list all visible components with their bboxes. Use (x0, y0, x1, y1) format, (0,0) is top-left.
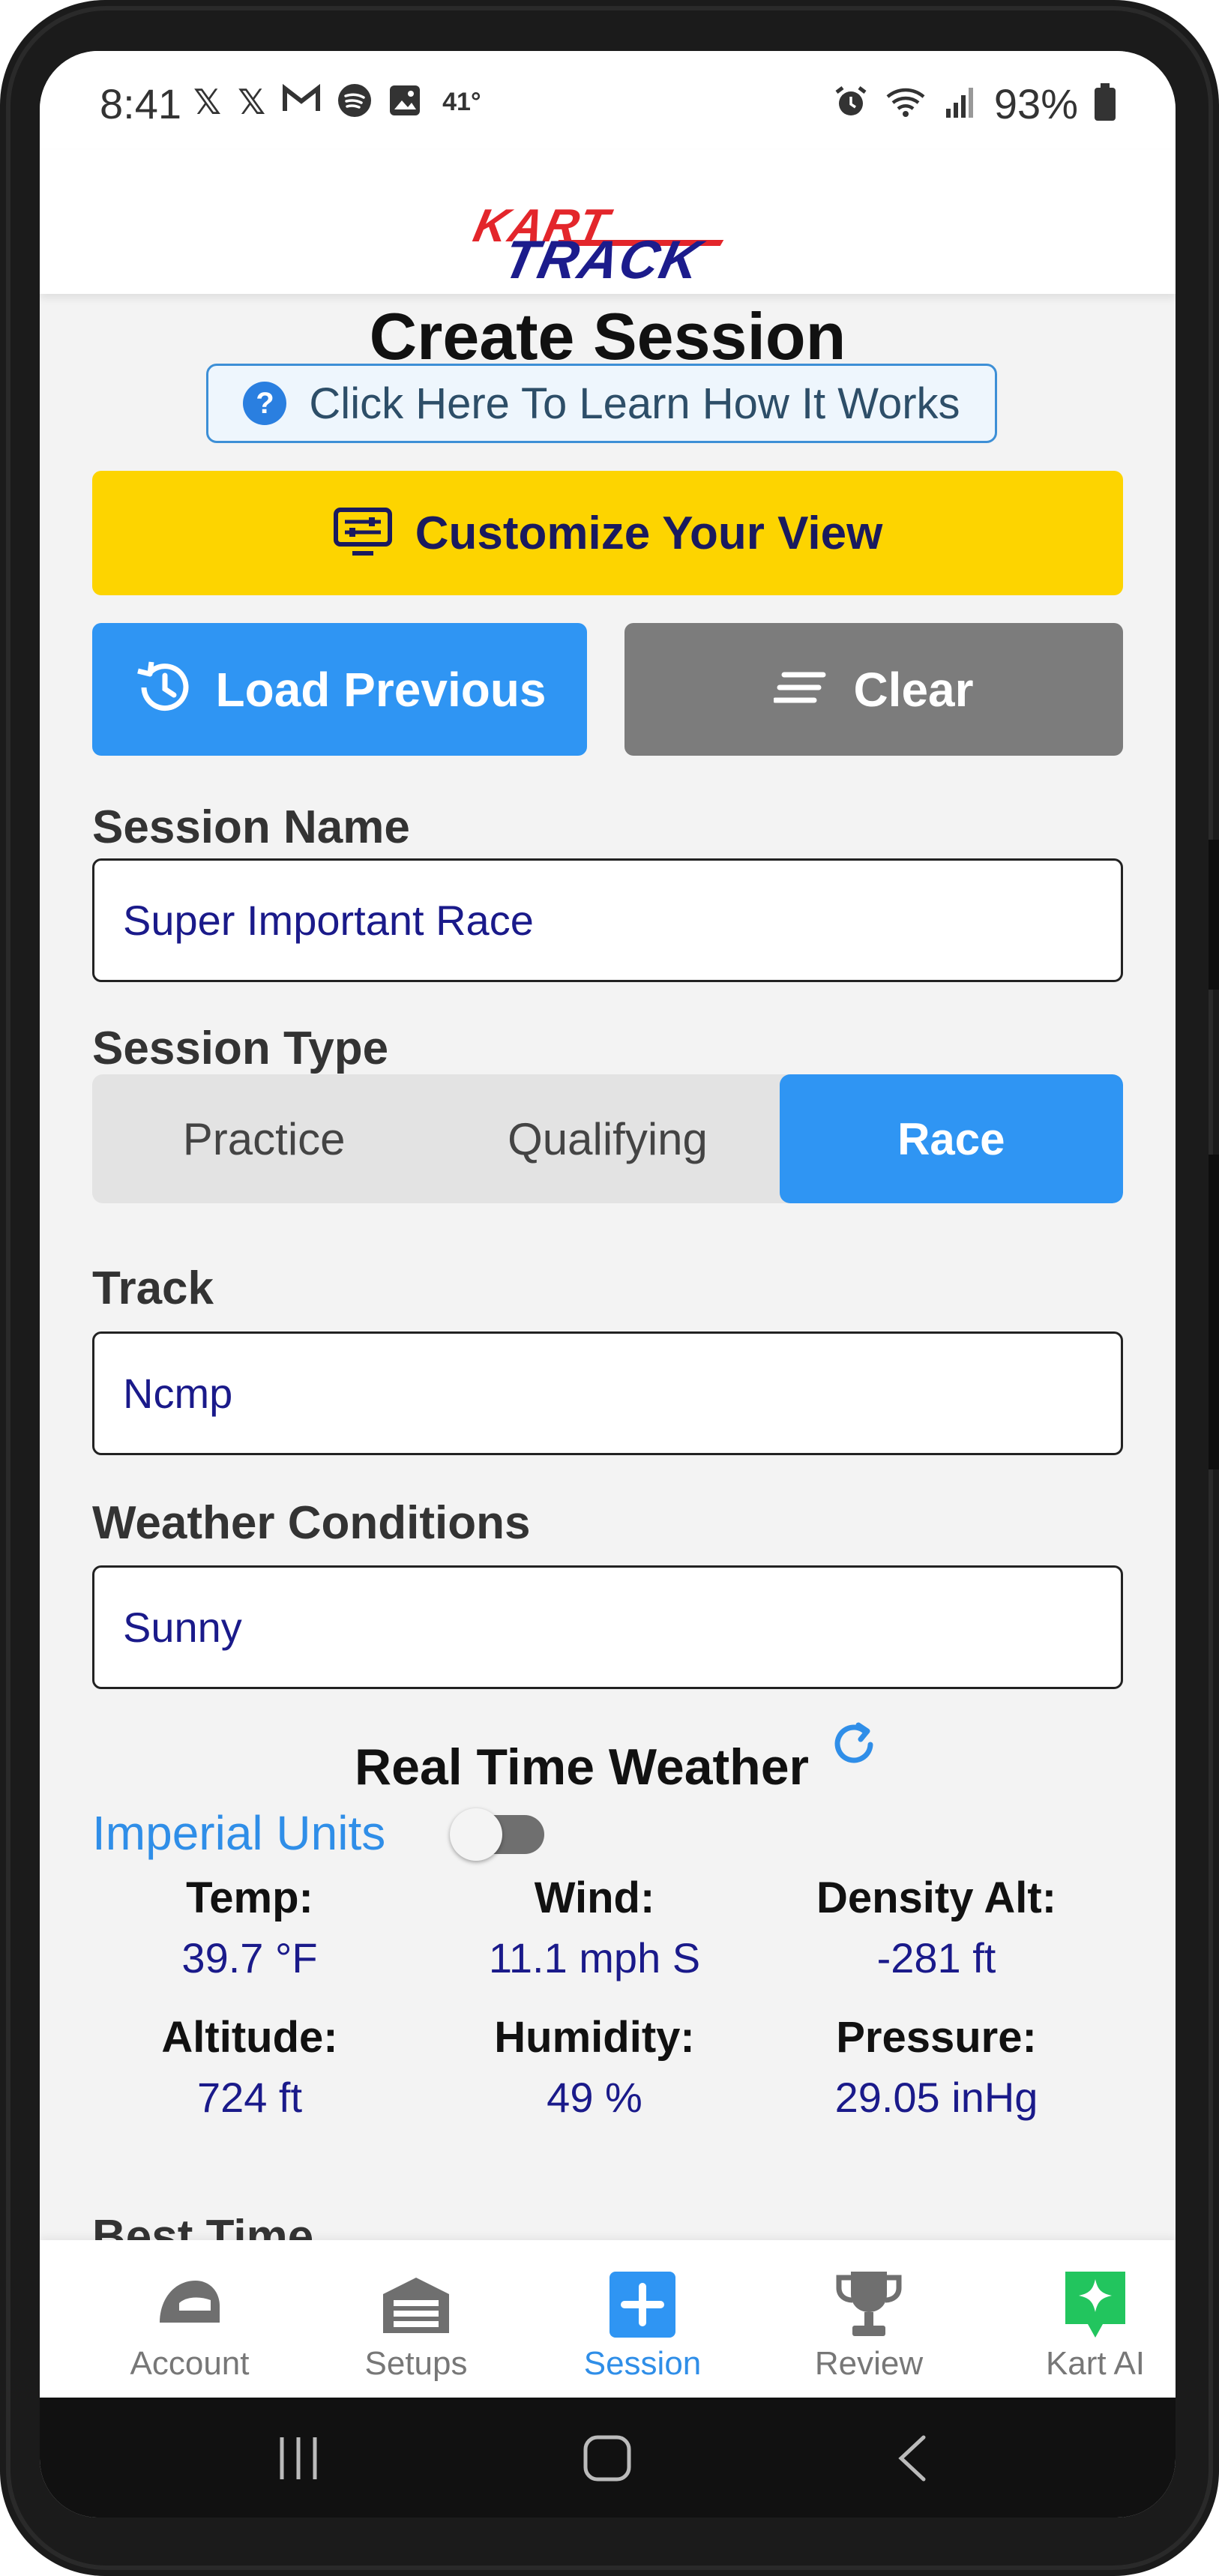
customize-icon (333, 507, 393, 560)
weather-wind: Wind: 11.1 mph S (422, 1873, 767, 1982)
imperial-units-label: Imperial Units (92, 1806, 386, 1860)
help-icon: ? (243, 382, 287, 425)
clear-all-icon (772, 669, 826, 710)
weather-pressure: Pressure: 29.05 inHg (764, 2012, 1109, 2122)
session-type-practice[interactable]: Practice (92, 1074, 436, 1203)
learn-how-it-works-label: Click Here To Learn How It Works (309, 379, 960, 428)
trophy-icon (833, 2269, 905, 2341)
nav-session-label: Session (583, 2345, 702, 2382)
weather-temp: Temp: 39.7 °F (77, 1873, 422, 1982)
clear-label: Clear (853, 662, 974, 717)
nav-kart-ai[interactable]: Kart AI (983, 2240, 1176, 2398)
density-alt-label: Density Alt: (816, 1874, 1057, 1922)
gallery-icon (388, 84, 421, 121)
system-navigation-bar (40, 2398, 1176, 2518)
x-icon: 𝕏 (193, 82, 222, 121)
wifi-icon (885, 85, 927, 123)
track-input[interactable]: Ncmp (92, 1331, 1123, 1455)
ai-sparkle-icon (1059, 2269, 1131, 2341)
volume-button (1209, 840, 1219, 990)
refresh-icon[interactable] (827, 1719, 881, 1773)
nav-account[interactable]: Account (77, 2240, 302, 2398)
pressure-label: Pressure: (836, 2013, 1037, 2062)
nav-session[interactable]: Session (530, 2240, 755, 2398)
altitude-label: Altitude: (161, 2013, 338, 2062)
app-header: KART TRACK (40, 150, 1176, 294)
session-type-race[interactable]: Race (779, 1074, 1123, 1203)
x-icon: 𝕏 (238, 82, 266, 121)
status-bar: 8:41 𝕏 𝕏 41° 93% (40, 51, 1176, 150)
density-alt-value: -281 ft (876, 1934, 996, 1981)
load-previous-label: Load Previous (215, 662, 547, 717)
nav-kart-ai-label: Kart AI (1045, 2345, 1146, 2382)
back-button[interactable] (891, 2431, 936, 2489)
session-name-label: Session Name (92, 801, 410, 853)
session-name-value: Super Important Race (123, 897, 534, 944)
humidity-label: Humidity: (494, 2013, 695, 2062)
temp-value: 39.7 °F (181, 1934, 318, 1981)
history-icon (133, 657, 193, 721)
weather-altitude: Altitude: 724 ft (77, 2012, 422, 2122)
toggle-knob[interactable] (450, 1808, 502, 1861)
weather-temperature: 41° (442, 87, 481, 116)
system-status-icons: 93% (834, 79, 1116, 128)
track-label: Track (92, 1263, 214, 1314)
phone-frame: 8:41 𝕏 𝕏 41° 93% KART TRACK Create Sessi… (0, 0, 1219, 2576)
spotify-icon (337, 83, 372, 121)
wind-label: Wind: (534, 1874, 655, 1922)
session-type-label: Session Type (92, 1023, 389, 1074)
plus-square-icon (607, 2269, 678, 2341)
customize-view-button[interactable]: Customize Your View (92, 471, 1123, 595)
signal-icon (943, 85, 978, 123)
imperial-units-toggle[interactable] (450, 1808, 544, 1861)
status-time: 8:41 (100, 80, 181, 127)
track-value: Ncmp (123, 1370, 233, 1417)
wind-value: 11.1 mph S (488, 1934, 701, 1981)
weather-conditions-value: Sunny (123, 1604, 242, 1651)
helmet-icon (154, 2269, 226, 2341)
nav-review-label: Review (814, 2345, 924, 2382)
bottom-navigation: Account Setups Session Review Kart AI (40, 2240, 1176, 2398)
weather-conditions-input[interactable]: Sunny (92, 1565, 1123, 1689)
load-previous-button[interactable]: Load Previous (92, 623, 587, 756)
notification-icons: 𝕏 𝕏 41° (193, 82, 481, 121)
nav-setups-label: Setups (364, 2345, 468, 2382)
recent-apps-button[interactable] (268, 2431, 328, 2489)
battery-level: 93% (993, 80, 1078, 127)
temp-label: Temp: (186, 1874, 313, 1922)
pressure-value: 29.05 inHg (834, 2074, 1038, 2121)
alarm-icon (834, 85, 868, 123)
weather-conditions-label: Weather Conditions (92, 1497, 531, 1549)
session-type-qualifying[interactable]: Qualifying (436, 1074, 779, 1203)
nav-review[interactable]: Review (756, 2240, 981, 2398)
real-time-weather-title: Real Time Weather (355, 1739, 809, 1796)
weather-humidity: Humidity: 49 % (422, 2012, 767, 2122)
logo-text-track: TRACK (498, 230, 708, 290)
power-button (1209, 1155, 1219, 1469)
gmail-icon (282, 82, 321, 121)
kart-track-logo[interactable]: KART TRACK (467, 199, 752, 290)
nav-account-label: Account (130, 2345, 250, 2382)
weather-density-altitude: Density Alt: -281 ft (764, 1873, 1109, 1982)
altitude-value: 724 ft (196, 2074, 303, 2121)
learn-how-it-works-button[interactable]: ? Click Here To Learn How It Works (206, 364, 997, 443)
nav-setups[interactable]: Setups (304, 2240, 529, 2398)
session-type-selector: Practice Qualifying Race (92, 1074, 1123, 1203)
garage-icon (380, 2269, 452, 2341)
screen: 8:41 𝕏 𝕏 41° 93% KART TRACK Create Sessi… (40, 51, 1176, 2518)
battery-icon (1095, 82, 1116, 121)
humidity-value: 49 % (547, 2074, 642, 2121)
session-name-input[interactable]: Super Important Race (92, 858, 1123, 982)
customize-view-label: Customize Your View (415, 507, 883, 559)
clear-button[interactable]: Clear (624, 623, 1123, 756)
home-button[interactable] (580, 2431, 636, 2489)
